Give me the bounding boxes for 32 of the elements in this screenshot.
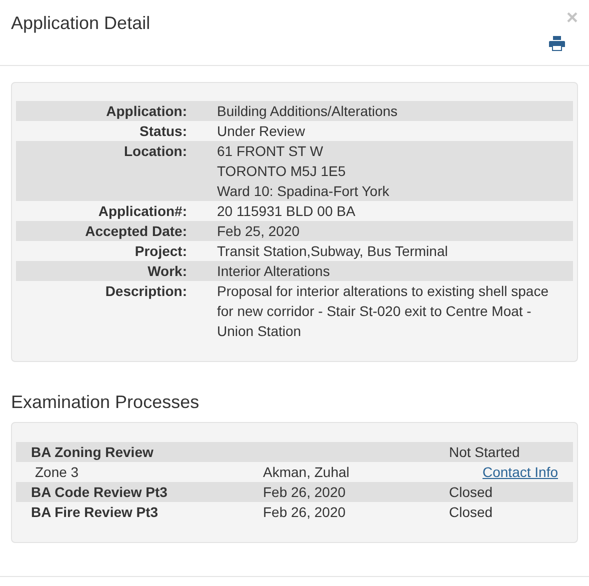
section-heading: Examination Processes (11, 391, 200, 413)
process-name: BA Zoning Review (31, 443, 154, 462)
field-value: 20 115931 BLD 00 BA (217, 202, 356, 221)
process-status: Closed (449, 483, 493, 502)
field-value: 61 FRONT ST W (217, 142, 324, 161)
field-label: Status: (138, 122, 187, 141)
field-value: Ward 10: Spadina-Fort York (217, 182, 390, 201)
field-value: Feb 25, 2020 (217, 222, 301, 241)
field-label: Description: (104, 282, 187, 301)
field-label: Application: (105, 102, 187, 121)
field-value: Proposal for interior alterations to existing shell space for new corridor - Stair St-020 exit to Centre Moat - Union Station (217, 282, 550, 341)
field-label: Project: (134, 242, 187, 261)
field-label: Application#: (97, 202, 187, 221)
process-status: Closed (449, 503, 493, 522)
contact-link[interactable]: Contact Info (482, 462, 558, 482)
zone-text: Zone 3 (35, 463, 80, 482)
modal-title: Application Detail (11, 12, 150, 34)
examiner-name: Akman, Zuhal (263, 463, 350, 482)
field-label: Accepted Date: (84, 222, 187, 241)
process-date: Feb 26, 2020 (263, 484, 346, 500)
field-label: Work: (146, 262, 187, 281)
field-value: Under Review (217, 122, 306, 141)
field-value: Interior Alterations (217, 262, 331, 281)
field-label: Location: (123, 142, 187, 161)
print-icon[interactable] (549, 36, 565, 51)
process-date: Feb 26, 2020 (263, 504, 346, 520)
process-status: Not Started (449, 443, 520, 462)
field-value: TORONTO M5J 1E5 (217, 162, 347, 181)
field-value: Building Additions/Alterations (217, 102, 399, 121)
field-value: Transit Station,Subway, Bus Terminal (217, 242, 449, 261)
process-name: BA Code Review Pt3 (31, 483, 168, 502)
process-name: BA Fire Review Pt3 (31, 503, 160, 522)
